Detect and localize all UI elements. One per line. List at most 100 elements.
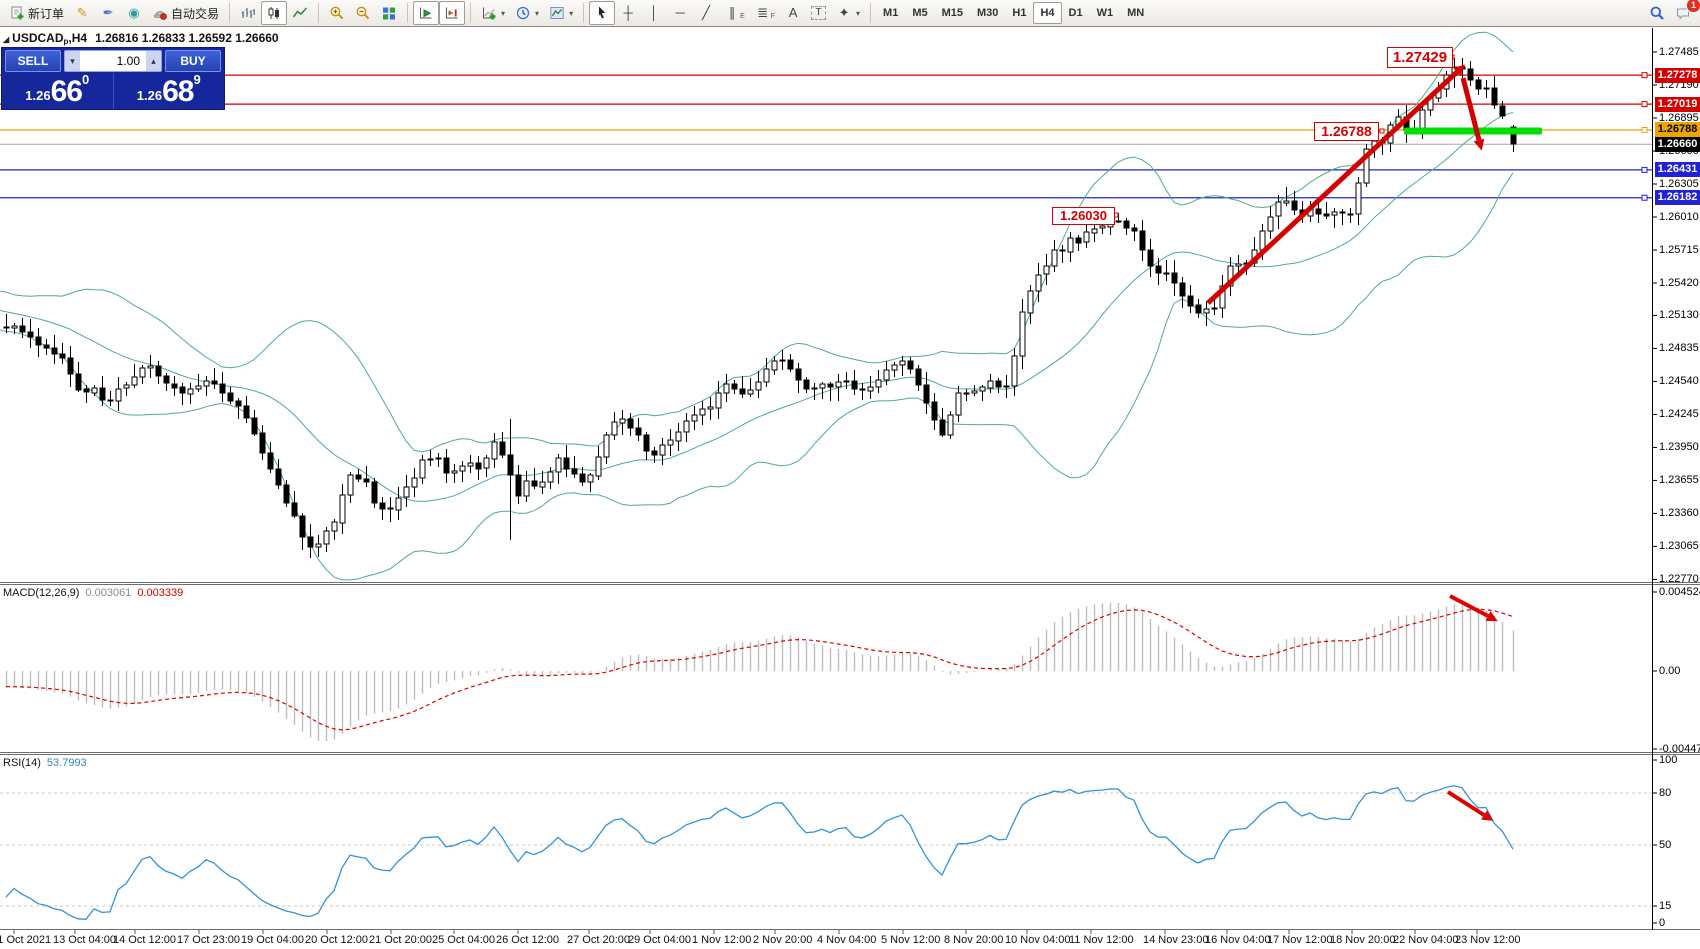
- time-axis-label: 10 Nov 04:00: [1005, 934, 1070, 946]
- volume-control: ▾ ▴: [64, 50, 162, 72]
- arrows-icon: ✦: [836, 5, 852, 21]
- volume-input[interactable]: [80, 51, 146, 71]
- text-button[interactable]: A: [780, 1, 806, 25]
- timeframe-m1-button[interactable]: M1: [876, 2, 905, 24]
- time-axis-label: 25 Oct 04:00: [432, 934, 495, 946]
- fibonacci-button[interactable]: ≣F: [750, 1, 780, 25]
- time-axis-label: 13 Oct 04:00: [53, 934, 116, 946]
- notification-badge: 1: [1686, 0, 1700, 13]
- signals-icon[interactable]: ◉: [121, 1, 147, 25]
- timeframe-mn-button[interactable]: MN: [1120, 2, 1151, 24]
- new-order-button[interactable]: 新订单: [4, 1, 69, 25]
- macd-value-signal: 0.003339: [137, 587, 183, 599]
- sell-button[interactable]: SELL: [5, 50, 61, 72]
- text-label-icon: T: [811, 6, 826, 20]
- buy-button[interactable]: BUY: [165, 50, 221, 72]
- macd-axis-tick: 0.004524: [1659, 586, 1700, 598]
- time-axis-label: 19 Oct 04:00: [241, 934, 304, 946]
- crosshair-button[interactable]: ┼: [615, 1, 641, 25]
- rsi-name: RSI(14): [3, 757, 41, 769]
- green-support-bar[interactable]: [1404, 128, 1542, 135]
- periods-button[interactable]: ▾: [510, 1, 544, 25]
- timeframe-m30-button[interactable]: M30: [970, 2, 1005, 24]
- bar-chart-icon: [240, 5, 256, 21]
- text-label-button[interactable]: T: [806, 1, 831, 25]
- indicators-button[interactable]: ▾: [476, 1, 510, 25]
- trendline-button[interactable]: ╱: [693, 1, 719, 25]
- time-axis-label: 4 Nov 04:00: [817, 934, 876, 946]
- chart-shift-button[interactable]: [439, 1, 465, 25]
- price-axis-tick: 1.23950: [1659, 441, 1699, 453]
- sell-price-big: 66: [51, 77, 82, 107]
- price-axis-tick: 1.23655: [1659, 474, 1699, 486]
- time-axis-label: 17 Nov 12:00: [1267, 934, 1332, 946]
- notifications-button[interactable]: 1: [1670, 1, 1696, 25]
- sell-price[interactable]: 1.26 66 0: [2, 73, 114, 109]
- price-axis-tick: 1.27485: [1659, 46, 1699, 58]
- candlestick-chart-icon: [266, 5, 282, 21]
- horizontal-level-lines[interactable]: [0, 73, 1652, 201]
- volume-decrease-button[interactable]: ▾: [65, 51, 80, 71]
- price-annotation-label[interactable]: 1.27429: [1387, 47, 1453, 68]
- templates-button[interactable]: ▾: [544, 1, 578, 25]
- price-axis-tick: 1.26010: [1659, 211, 1699, 223]
- timeframe-w1-button[interactable]: W1: [1090, 2, 1121, 24]
- macd-label: MACD(12,26,9) 0.003061 0.003339: [3, 587, 183, 599]
- dropdown-arrow-icon: ▾: [856, 9, 860, 18]
- zoom-out-button[interactable]: [350, 1, 376, 25]
- time-axis-label: 17 Oct 23:00: [177, 934, 240, 946]
- periods-icon: [515, 5, 531, 21]
- price-axis-tick: 1.23360: [1659, 507, 1699, 519]
- search-button[interactable]: [1644, 1, 1670, 25]
- time-axis-label: 29 Oct 04:00: [628, 934, 691, 946]
- dropdown-arrow-icon: ▾: [535, 9, 539, 18]
- time-axis-label: 14 Oct 12:00: [113, 934, 176, 946]
- buy-price[interactable]: 1.26 68 9: [114, 73, 225, 109]
- styler-icon[interactable]: ✎: [69, 1, 95, 25]
- buy-price-small: 1.26: [137, 85, 162, 107]
- timeframe-m5-button[interactable]: M5: [905, 2, 934, 24]
- cursor-button[interactable]: [589, 1, 615, 25]
- trend-up-arrow[interactable]: [1208, 72, 1457, 303]
- rsi-down-arrow[interactable]: [1448, 792, 1484, 815]
- chart-canvas[interactable]: [0, 0, 1700, 949]
- time-axis-label: 1 Nov 12:00: [692, 934, 751, 946]
- zoom-in-button[interactable]: [324, 1, 350, 25]
- channel-button[interactable]: ∥E: [719, 1, 750, 25]
- toolbar-separator: [583, 3, 584, 23]
- autoscroll-button[interactable]: [413, 1, 439, 25]
- timeframe-h1-button[interactable]: H1: [1005, 2, 1033, 24]
- candlestick-chart-button[interactable]: [261, 1, 287, 25]
- time-axis-label: 18 Nov 20:00: [1330, 934, 1395, 946]
- price-annotation-label[interactable]: 1.26788: [1314, 122, 1379, 141]
- toolbar-separator: [229, 3, 230, 23]
- rsi-axis-tick: 15: [1659, 900, 1671, 912]
- time-axis-label: 14 Nov 23:00: [1143, 934, 1208, 946]
- vertical-line-button[interactable]: │: [641, 1, 667, 25]
- styler-icon-icon: ✎: [74, 5, 90, 21]
- macd-name: MACD(12,26,9): [3, 587, 79, 599]
- time-axis-label: 16 Nov 04:00: [1205, 934, 1270, 946]
- current-price-badge: 1.26660: [1655, 137, 1700, 152]
- arrows-button[interactable]: ✦▾: [831, 1, 865, 25]
- price-axis-tick: 1.24540: [1659, 375, 1699, 387]
- volume-increase-button[interactable]: ▴: [146, 51, 161, 71]
- tile-windows-button[interactable]: [376, 1, 402, 25]
- price-axis-tick: 1.26305: [1659, 178, 1699, 190]
- timeframe-d1-button[interactable]: D1: [1062, 2, 1090, 24]
- rsi-label: RSI(14)53.7993: [3, 757, 87, 769]
- timeframe-m15-button[interactable]: M15: [935, 2, 970, 24]
- level-price-badge: 1.27019: [1655, 97, 1700, 112]
- timeframe-h4-button[interactable]: H4: [1033, 2, 1061, 24]
- bar-chart-button[interactable]: [235, 1, 261, 25]
- macd-value-main: 0.003061: [85, 587, 131, 599]
- price-annotation-label[interactable]: 1.26030: [1052, 207, 1115, 225]
- toolbar-separator: [470, 3, 471, 23]
- new-order-icon: [9, 5, 25, 21]
- horizontal-line-button[interactable]: ─: [667, 1, 693, 25]
- autotrading-button[interactable]: 自动交易: [147, 1, 224, 25]
- line-chart-button[interactable]: [287, 1, 313, 25]
- channel-icon: ∥: [724, 5, 740, 21]
- metaeditor-icon[interactable]: ✒: [95, 1, 121, 25]
- fibonacci-icon: ≣: [755, 5, 771, 21]
